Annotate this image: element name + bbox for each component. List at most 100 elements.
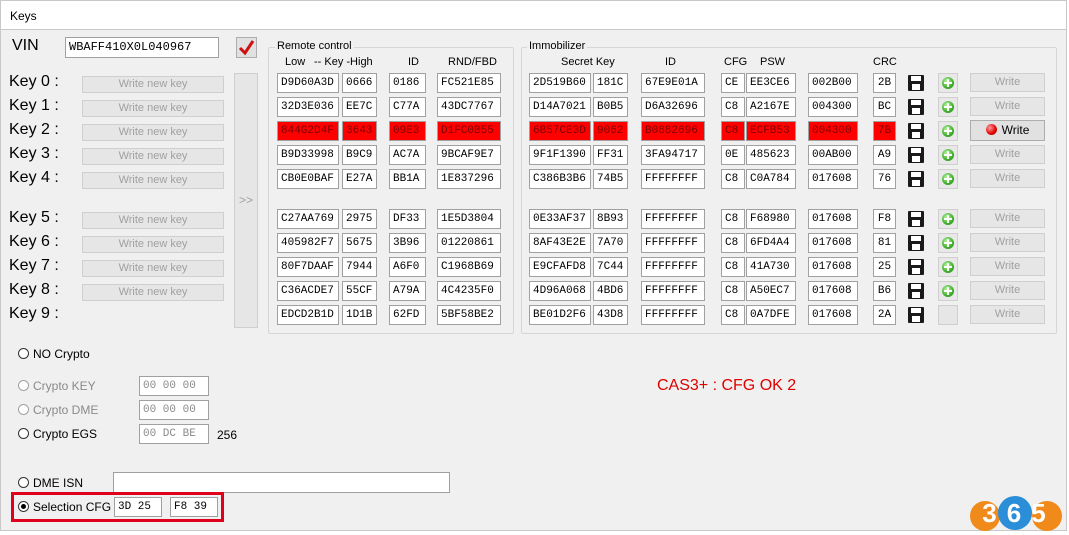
imm-value-7[interactable]: 017608 xyxy=(808,257,858,277)
rc-low-5[interactable]: C27AA769 xyxy=(277,209,339,229)
rc-low-0[interactable]: D9D60A3D xyxy=(277,73,339,93)
imm-psw-2[interactable]: ECFB53 xyxy=(746,121,796,141)
imm-id-9[interactable]: FFFFFFFF xyxy=(641,305,705,325)
imm-id-4[interactable]: FFFFFFFF xyxy=(641,169,705,189)
imm-cfg-5[interactable]: C8 xyxy=(721,209,745,229)
write-new-key-button-2[interactable]: Write new key xyxy=(82,124,224,141)
write-new-key-button-7[interactable]: Write new key xyxy=(82,260,224,277)
rc-key-high-9[interactable]: 1D1B xyxy=(342,305,377,325)
add-icon[interactable] xyxy=(938,73,958,93)
imm-secret-key-high-9[interactable]: 43D8 xyxy=(593,305,628,325)
imm-secret-key-high-6[interactable]: 7A70 xyxy=(593,233,628,253)
imm-id-2[interactable]: B0882696 xyxy=(641,121,705,141)
rc-id-5[interactable]: DF33 xyxy=(389,209,426,229)
write-new-key-button-1[interactable]: Write new key xyxy=(82,100,224,117)
add-button-9[interactable] xyxy=(938,305,958,325)
write-button-9[interactable]: Write xyxy=(970,305,1045,324)
save-icon[interactable] xyxy=(908,147,924,163)
imm-cfg-4[interactable]: C8 xyxy=(721,169,745,189)
add-icon[interactable] xyxy=(938,97,958,117)
imm-psw-0[interactable]: EE3CE6 xyxy=(746,73,796,93)
crypto-dme-field[interactable]: 00 00 00 xyxy=(139,400,209,420)
crypto-egs-field[interactable]: 00 DC BE xyxy=(139,424,209,444)
imm-secret-key-high-0[interactable]: 181C xyxy=(593,73,628,93)
crypto-dme-radio[interactable] xyxy=(18,404,29,415)
write-button-0[interactable]: Write xyxy=(970,73,1045,92)
imm-value-3[interactable]: 00AB00 xyxy=(808,145,858,165)
imm-value-4[interactable]: 017608 xyxy=(808,169,858,189)
write-new-key-button-0[interactable]: Write new key xyxy=(82,76,224,93)
write-button-3[interactable]: Write xyxy=(970,145,1045,164)
imm-secret-key-high-5[interactable]: 8B93 xyxy=(593,209,628,229)
write-button-5[interactable]: Write xyxy=(970,209,1045,228)
save-icon[interactable] xyxy=(908,211,924,227)
write-new-key-button-4[interactable]: Write new key xyxy=(82,172,224,189)
add-icon[interactable] xyxy=(938,281,958,301)
selection-cfg-field-1[interactable]: 3D 25 xyxy=(114,497,162,517)
rc-key-high-5[interactable]: 2975 xyxy=(342,209,377,229)
rc-id-3[interactable]: AC7A xyxy=(389,145,426,165)
add-icon[interactable] xyxy=(938,257,958,277)
imm-secret-key-9[interactable]: BE01D2F6 xyxy=(529,305,591,325)
save-icon[interactable] xyxy=(908,123,924,139)
vin-field[interactable]: WBAFF410X0L040967 xyxy=(65,37,219,58)
save-icon[interactable] xyxy=(908,283,924,299)
save-icon[interactable] xyxy=(908,235,924,251)
rc-low-4[interactable]: CB0E0BAF xyxy=(277,169,339,189)
imm-id-1[interactable]: D6A32696 xyxy=(641,97,705,117)
imm-secret-key-high-8[interactable]: 4BD6 xyxy=(593,281,628,301)
imm-id-7[interactable]: FFFFFFFF xyxy=(641,257,705,277)
rc-id-9[interactable]: 62FD xyxy=(389,305,426,325)
imm-id-6[interactable]: FFFFFFFF xyxy=(641,233,705,253)
imm-crc-5[interactable]: F8 xyxy=(873,209,896,229)
imm-crc-9[interactable]: 2A xyxy=(873,305,896,325)
imm-secret-key-high-1[interactable]: B0B5 xyxy=(593,97,628,117)
write-button-6[interactable]: Write xyxy=(970,233,1045,252)
rc-key-high-7[interactable]: 7944 xyxy=(342,257,377,277)
imm-crc-7[interactable]: 25 xyxy=(873,257,896,277)
rc-rnd-3[interactable]: 9BCAF9E7 xyxy=(437,145,501,165)
write-new-key-button-6[interactable]: Write new key xyxy=(82,236,224,253)
rc-key-high-0[interactable]: 0666 xyxy=(342,73,377,93)
dme-isn-field[interactable] xyxy=(113,472,450,493)
imm-psw-9[interactable]: 0A7DFE xyxy=(746,305,796,325)
imm-cfg-7[interactable]: C8 xyxy=(721,257,745,277)
imm-secret-key-high-2[interactable]: 9062 xyxy=(593,121,628,141)
rc-rnd-8[interactable]: 4C4235F0 xyxy=(437,281,501,301)
rc-key-high-6[interactable]: 5675 xyxy=(342,233,377,253)
imm-value-6[interactable]: 017608 xyxy=(808,233,858,253)
imm-crc-0[interactable]: 2B xyxy=(873,73,896,93)
imm-secret-key-5[interactable]: 0E33AF37 xyxy=(529,209,591,229)
imm-value-2[interactable]: 004300 xyxy=(808,121,858,141)
imm-secret-key-high-4[interactable]: 74B5 xyxy=(593,169,628,189)
add-icon[interactable] xyxy=(938,121,958,141)
imm-id-3[interactable]: 3FA94717 xyxy=(641,145,705,165)
selection-cfg-radio[interactable] xyxy=(18,501,29,512)
save-icon[interactable] xyxy=(908,307,924,323)
imm-psw-5[interactable]: F68980 xyxy=(746,209,796,229)
imm-psw-3[interactable]: 485623 xyxy=(746,145,796,165)
imm-cfg-1[interactable]: C8 xyxy=(721,97,745,117)
rc-rnd-4[interactable]: 1E837296 xyxy=(437,169,501,189)
save-icon[interactable] xyxy=(908,259,924,275)
imm-value-5[interactable]: 017608 xyxy=(808,209,858,229)
write-new-key-button-8[interactable]: Write new key xyxy=(82,284,224,301)
imm-crc-4[interactable]: 76 xyxy=(873,169,896,189)
crypto-key-field[interactable]: 00 00 00 xyxy=(139,376,209,396)
imm-crc-1[interactable]: BC xyxy=(873,97,896,117)
imm-value-0[interactable]: 002B00 xyxy=(808,73,858,93)
add-icon[interactable] xyxy=(938,169,958,189)
imm-secret-key-0[interactable]: 2D519B60 xyxy=(529,73,591,93)
add-icon[interactable] xyxy=(938,209,958,229)
imm-secret-key-2[interactable]: 6B57CE3D xyxy=(529,121,591,141)
dme-isn-radio[interactable] xyxy=(18,477,29,488)
rc-id-7[interactable]: A6F0 xyxy=(389,257,426,277)
imm-crc-6[interactable]: 81 xyxy=(873,233,896,253)
write-button-8[interactable]: Write xyxy=(970,281,1045,300)
imm-secret-key-1[interactable]: D14A7021 xyxy=(529,97,591,117)
imm-crc-3[interactable]: A9 xyxy=(873,145,896,165)
rc-rnd-5[interactable]: 1E5D3804 xyxy=(437,209,501,229)
imm-id-5[interactable]: FFFFFFFF xyxy=(641,209,705,229)
write-new-key-button-5[interactable]: Write new key xyxy=(82,212,224,229)
crypto-key-radio[interactable] xyxy=(18,380,29,391)
